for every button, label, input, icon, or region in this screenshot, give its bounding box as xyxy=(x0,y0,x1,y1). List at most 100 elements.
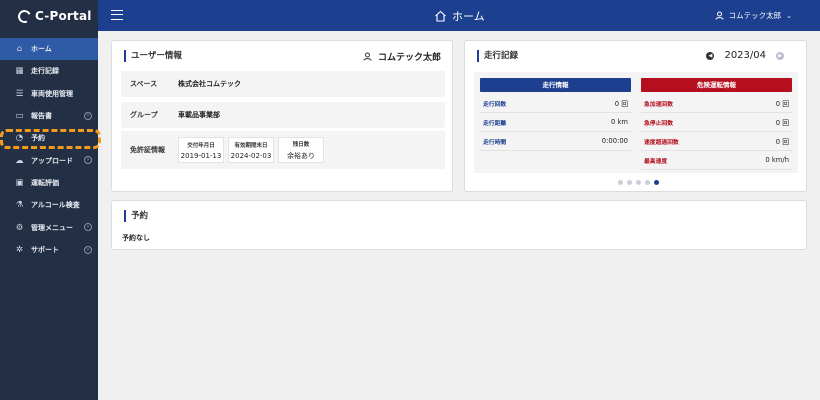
current-month: 2023/04 xyxy=(724,50,766,61)
logo-icon xyxy=(16,7,33,25)
user-info-name: コムテック太郎 xyxy=(363,50,441,63)
danger-info-column: 危険運転情報 急加速回数 0 回 急停止回数 0 回 速度超過回数 0 回 最高… xyxy=(641,78,792,170)
sidebar-item-vehicle-usage[interactable]: ☰ 車両使用管理 xyxy=(0,83,98,105)
gear-icon: ⚙ xyxy=(15,222,24,233)
stat-value: 0:00:00 xyxy=(601,137,628,145)
expand-icon[interactable]: › xyxy=(84,223,92,232)
user-menu[interactable]: コムテック太郎 ⌄ xyxy=(715,10,792,21)
sidebar-item-driving-evaluation[interactable]: ▣ 運転評価 xyxy=(0,172,98,194)
home-icon: ⌂ xyxy=(16,44,23,55)
sidebar-item-label: 運転評価 xyxy=(31,178,59,187)
car-icon: ▣ xyxy=(15,177,24,188)
stat-row: 急停止回数 0 回 xyxy=(641,113,792,132)
sidebar-item-label: サポート xyxy=(31,245,59,254)
expand-icon[interactable]: › xyxy=(84,245,92,254)
space-label: スペース xyxy=(130,80,158,88)
stat-row: 速度超過回数 0 回 xyxy=(641,132,792,151)
next-month-button[interactable]: ▶ xyxy=(776,51,784,60)
sidebar-item-reports[interactable]: ▭ 報告書 › xyxy=(0,105,98,127)
sidebar-nav: ⌂ ホーム ▦ 走行記録 ☰ 車両使用管理 ▭ 報告書 › ◔ 予約 ☁ アップ… xyxy=(0,38,98,261)
license-expiry-value: 2024-02-03 xyxy=(230,151,272,160)
carousel-dot[interactable] xyxy=(636,180,641,185)
carousel-dot[interactable] xyxy=(618,180,623,185)
stat-label: 急停止回数 xyxy=(644,120,673,127)
page-title-text: ホーム xyxy=(452,10,485,23)
home-icon xyxy=(435,10,446,22)
license-label: 免許証情報 xyxy=(130,146,165,154)
stat-row: 走行距離 0 km xyxy=(480,113,631,132)
breathalyzer-icon: ⚗ xyxy=(15,200,24,211)
user-info-panel: ユーザー情報 コムテック太郎 スペース 株式会社コムテック グループ 車載品事業… xyxy=(111,40,453,192)
stat-row: 最高速度 0 km/h xyxy=(641,151,792,170)
stat-value: 0 km xyxy=(610,118,628,126)
license-expiry-label: 有効期間末日 xyxy=(234,142,268,149)
month-navigator: ◀ 2023/04 ▶ xyxy=(706,50,784,61)
sidebar-item-home[interactable]: ⌂ ホーム xyxy=(0,38,98,61)
sidebar-item-admin-menu[interactable]: ⚙ 管理メニュー › xyxy=(0,216,98,238)
sidebar-item-label: 報告書 xyxy=(31,112,52,121)
sidebar-item-reservation[interactable]: ◔ 予約 xyxy=(0,127,98,149)
user-name: コムテック太郎 xyxy=(728,11,782,20)
logo[interactable]: C-Portal xyxy=(0,0,98,32)
danger-info-title: 危険運転情報 xyxy=(641,78,792,92)
stat-row: 急加速回数 0 回 xyxy=(641,94,792,113)
carousel-dot[interactable] xyxy=(645,180,650,185)
sidebar-item-run-record[interactable]: ▦ 走行記録 xyxy=(0,60,98,82)
stat-value: 0 回 xyxy=(775,119,789,127)
sidebar-item-label: 予約 xyxy=(31,134,45,143)
reservation-title: 予約 xyxy=(124,210,148,222)
prev-month-button[interactable]: ◀ xyxy=(706,51,715,60)
group-label: グループ xyxy=(130,111,158,119)
stat-label: 速度超過回数 xyxy=(644,139,679,146)
license-issued-label: 交付年月日 xyxy=(187,142,215,149)
chevron-down-icon: ⌄ xyxy=(786,11,792,20)
space-value: 株式会社コムテック xyxy=(178,80,241,88)
license-issued-box: 交付年月日 2019-01-13 xyxy=(178,137,224,163)
carousel-dots xyxy=(618,180,659,185)
driving-info-column: 走行情報 走行回数 0 回 走行距離 0 km 走行時間 0:00:00 xyxy=(480,78,631,151)
license-issued-value: 2019-01-13 xyxy=(180,151,222,160)
sidebar-item-label: 車両使用管理 xyxy=(31,89,73,98)
driving-info-title: 走行情報 xyxy=(480,78,631,92)
user-icon xyxy=(363,52,372,61)
group-value: 車載品事業部 xyxy=(178,111,220,119)
stat-row: 走行回数 0 回 xyxy=(480,94,631,113)
cloud-upload-icon: ☁ xyxy=(15,155,24,166)
sidebar-item-label: アップロード xyxy=(31,156,73,165)
expand-icon[interactable]: › xyxy=(84,111,92,120)
sidebar: C-Portal ⌂ ホーム ▦ 走行記録 ☰ 車両使用管理 ▭ 報告書 › ◔… xyxy=(0,0,98,400)
stat-label: 最高速度 xyxy=(644,158,668,165)
run-record-title: 走行記録 xyxy=(477,50,518,62)
sidebar-item-support[interactable]: ✲ サポート › xyxy=(0,239,98,261)
clock-icon: ◔ xyxy=(15,133,24,144)
sidebar-item-label: 走行記録 xyxy=(31,67,59,76)
license-days-value: 余裕あり xyxy=(287,151,315,160)
logo-text: C-Portal xyxy=(35,9,92,23)
carousel-dot-active[interactable] xyxy=(654,180,659,185)
space-row: スペース 株式会社コムテック xyxy=(121,71,445,97)
sidebar-item-upload[interactable]: ☁ アップロード › xyxy=(0,149,98,171)
run-record-panel: 走行記録 ◀ 2023/04 ▶ 走行情報 走行回数 0 回 走行距離 0 km… xyxy=(464,40,807,192)
support-icon: ✲ xyxy=(15,244,24,255)
reservation-panel: 予約 予約なし xyxy=(111,200,807,250)
document-icon: ▭ xyxy=(15,111,24,122)
license-days-box: 残日数 余裕あり xyxy=(278,137,324,163)
top-header: ホーム コムテック太郎 ⌄ xyxy=(98,0,820,31)
stat-label: 走行距離 xyxy=(483,120,507,127)
carousel-dot[interactable] xyxy=(627,180,632,185)
license-expiry-box: 有効期間末日 2024-02-03 xyxy=(228,137,274,163)
sidebar-item-alcohol-check[interactable]: ⚗ アルコール検査 xyxy=(0,194,98,216)
license-row: 免許証情報 交付年月日 2019-01-13 有効期間末日 2024-02-03… xyxy=(121,131,445,169)
expand-icon[interactable]: › xyxy=(84,156,92,165)
stat-label: 急加速回数 xyxy=(644,101,673,108)
stat-value: 0 km/h xyxy=(765,156,789,164)
stat-label: 走行回数 xyxy=(483,101,507,108)
stat-value: 0 回 xyxy=(775,138,789,146)
stat-row: 走行時間 0:00:00 xyxy=(480,132,631,151)
user-info-name-text: コムテック太郎 xyxy=(377,53,441,63)
stat-label: 走行時間 xyxy=(483,139,507,146)
hamburger-menu-icon[interactable] xyxy=(111,10,123,20)
license-days-label: 残日数 xyxy=(292,141,310,148)
reservation-empty-message: 予約なし xyxy=(122,234,150,242)
group-row: グループ 車載品事業部 xyxy=(121,102,445,128)
